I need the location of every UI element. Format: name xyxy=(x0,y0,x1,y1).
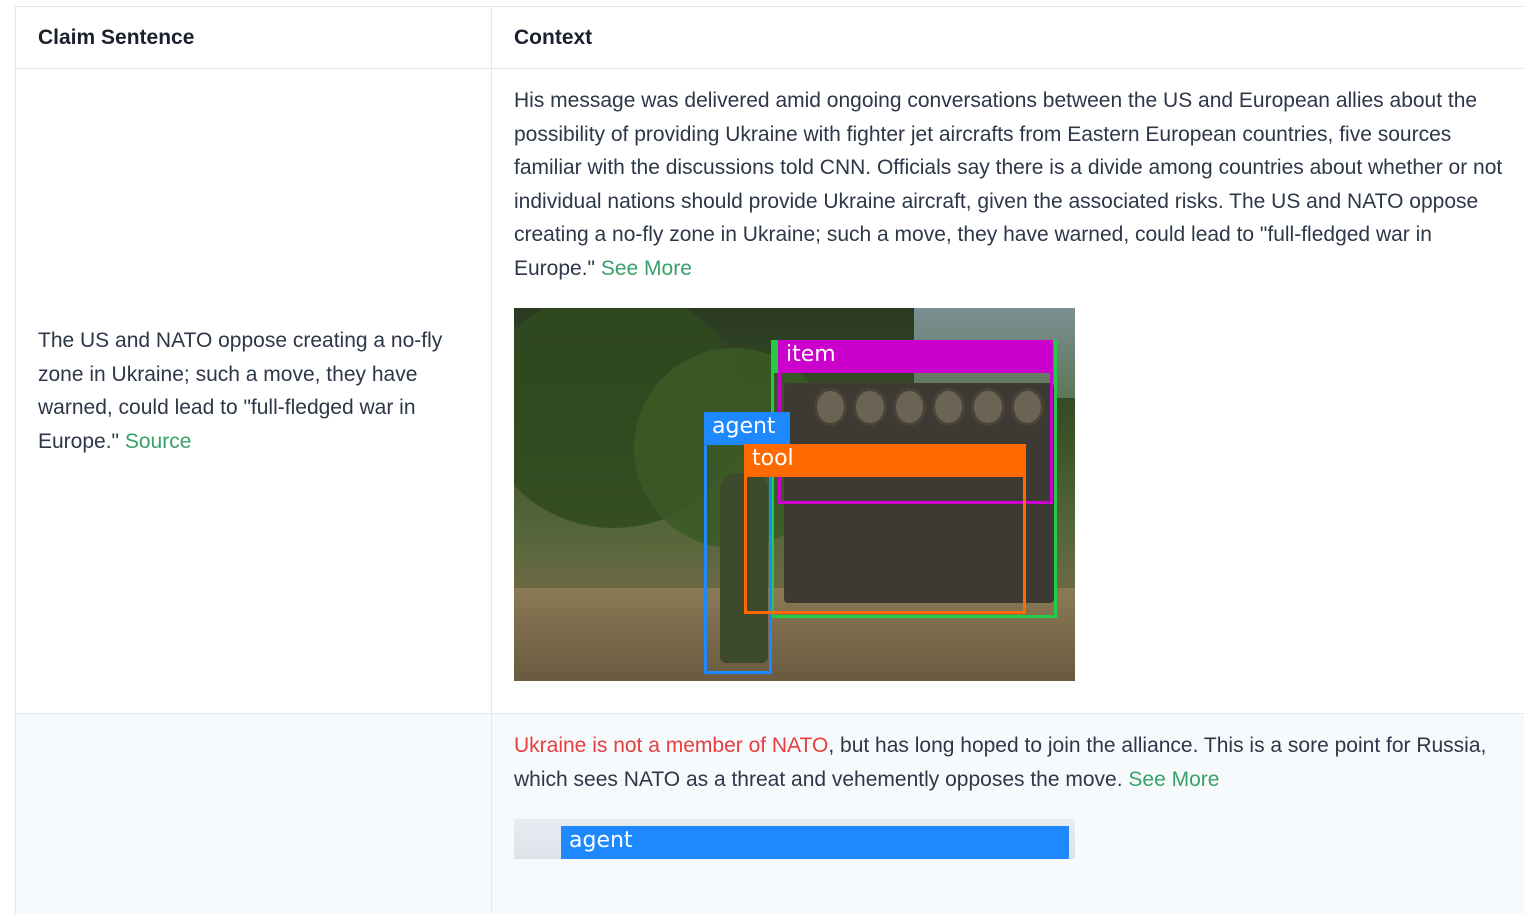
claim-text: The US and NATO oppose creating a no-fly… xyxy=(38,329,443,453)
annotated-image: item agent tool xyxy=(514,308,1075,681)
bbox-item-label: item xyxy=(778,340,1053,373)
see-more-link[interactable]: See More xyxy=(601,257,692,280)
table-row: Ukraine is not a member of NATO, but has… xyxy=(16,714,1524,914)
claims-table: Claim Sentence Context The US and NATO o… xyxy=(15,6,1524,914)
context-text: His message was delivered amid ongoing c… xyxy=(514,89,1503,280)
header-cell-context: Context xyxy=(492,7,1524,68)
header-cell-claim: Claim Sentence xyxy=(16,7,492,68)
bbox-agent-label: agent xyxy=(704,412,790,445)
bbox-agent-label: agent xyxy=(561,826,1069,859)
context-cell: His message was delivered amid ongoing c… xyxy=(492,69,1524,713)
table-row: The US and NATO oppose creating a no-fly… xyxy=(16,69,1524,714)
claim-cell: The US and NATO oppose creating a no-fly… xyxy=(16,69,492,713)
header-context: Context xyxy=(514,25,593,49)
context-cell: Ukraine is not a member of NATO, but has… xyxy=(492,714,1524,914)
claim-sentence: The US and NATO oppose creating a no-fly… xyxy=(38,324,469,458)
table-header-row: Claim Sentence Context xyxy=(16,7,1524,69)
source-link[interactable]: Source xyxy=(125,430,192,453)
context-paragraph: His message was delivered amid ongoing c… xyxy=(514,84,1514,285)
bbox-tool-label: tool xyxy=(744,444,1026,477)
annotated-image: agent xyxy=(514,819,1075,859)
highlighted-claim: Ukraine is not a member of NATO xyxy=(514,734,829,757)
header-claim-sentence: Claim Sentence xyxy=(38,25,195,49)
claim-cell xyxy=(16,714,492,914)
see-more-link[interactable]: See More xyxy=(1128,768,1219,791)
context-paragraph: Ukraine is not a member of NATO, but has… xyxy=(514,729,1494,796)
